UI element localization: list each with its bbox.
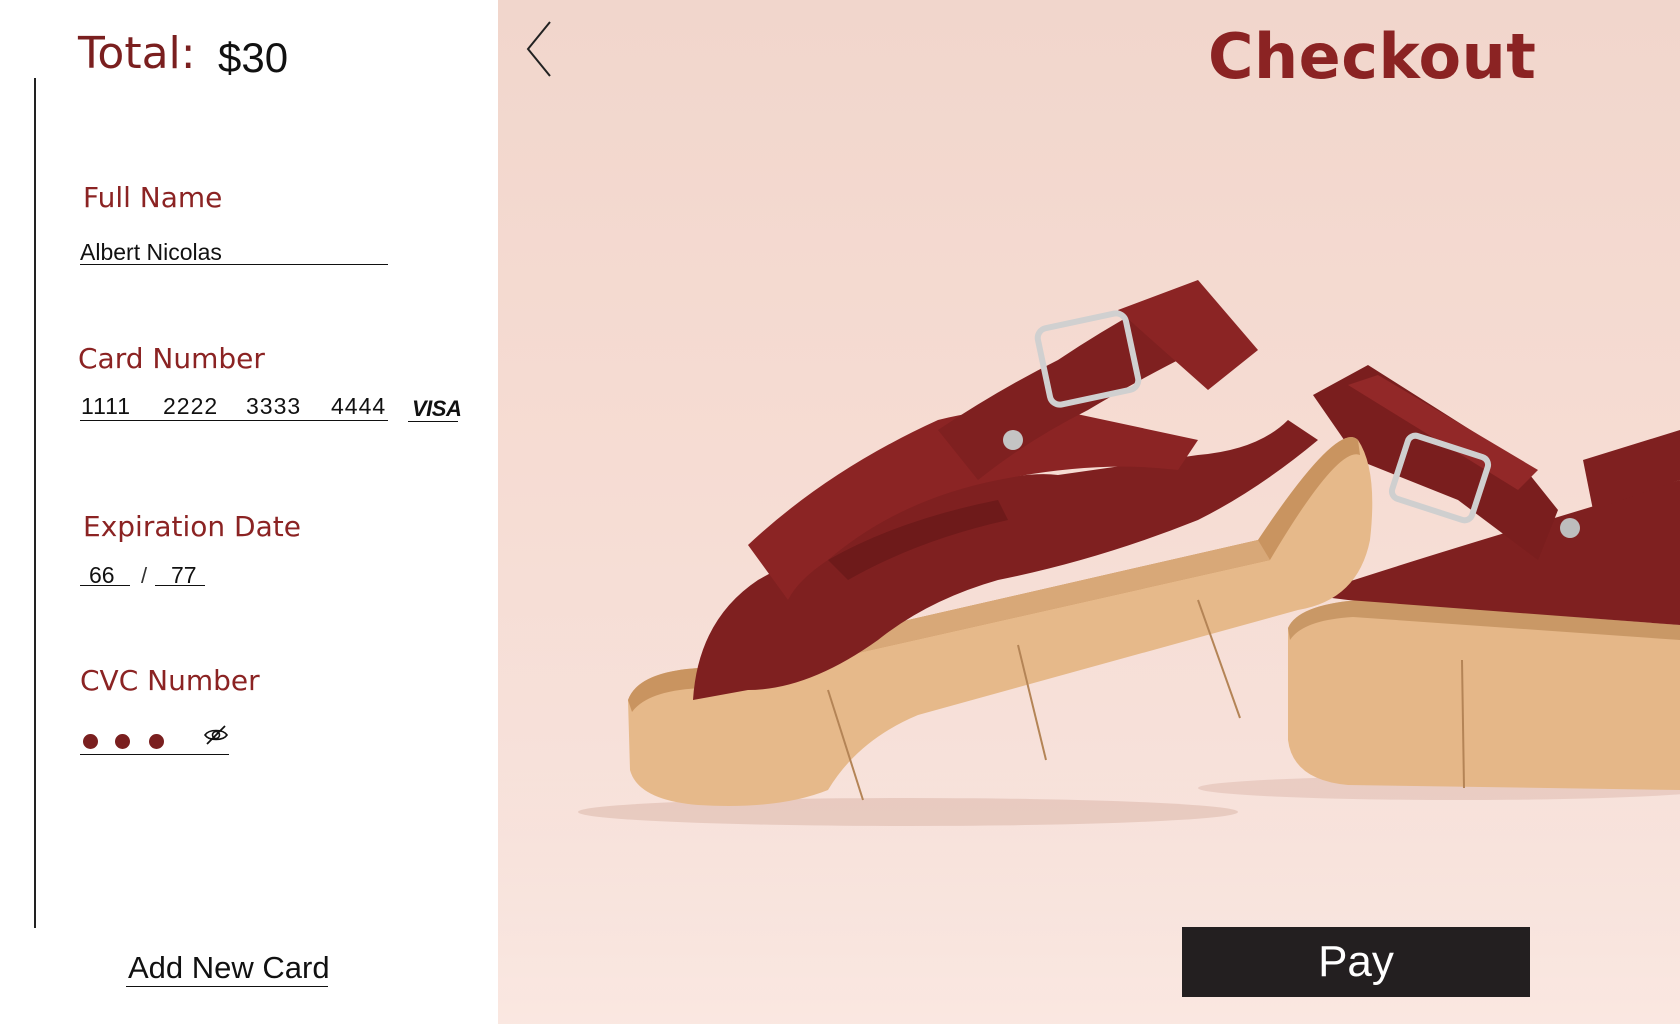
cvc-number-label: CVC Number [80, 664, 260, 697]
add-new-card-button[interactable]: Add New Card [128, 950, 330, 986]
visa-logo: VISA [412, 396, 462, 421]
card-number-segment-4[interactable]: 4444 [331, 393, 386, 420]
add-new-card-underline [126, 986, 328, 987]
total-label: Total: [78, 28, 196, 79]
chevron-left-icon[interactable] [522, 18, 556, 80]
sandals-illustration [578, 280, 1680, 826]
total-amount: $30 [218, 34, 289, 81]
cvc-mask-dot [115, 734, 130, 749]
expiration-separator: / [141, 563, 148, 588]
expiration-month-underline [80, 585, 130, 586]
eye-off-icon[interactable] [203, 724, 229, 746]
cvc-underline [80, 754, 229, 755]
card-number-segment-2[interactable]: 2222 [163, 393, 218, 420]
full-name-label: Full Name [83, 181, 223, 214]
card-number-label: Card Number [78, 342, 265, 375]
divider-line [34, 78, 36, 928]
cvc-mask-dot [83, 734, 98, 749]
pay-button[interactable]: Pay [1182, 927, 1530, 997]
card-number-underline [80, 420, 388, 421]
card-number-segment-1[interactable]: 1111 [81, 393, 131, 420]
payment-form-panel: Total: $30 Full Name Albert Nicolas Card… [0, 0, 498, 1024]
full-name-underline [80, 264, 388, 265]
product-hero-image: Checkout Pay [498, 0, 1680, 1024]
expiration-date-label: Expiration Date [83, 510, 301, 543]
full-name-input[interactable]: Albert Nicolas [80, 239, 222, 266]
expiration-year-underline [155, 585, 205, 586]
cvc-mask-dot [149, 734, 164, 749]
page-title: Checkout [1208, 20, 1537, 93]
card-number-segment-3[interactable]: 3333 [246, 393, 301, 420]
visa-underline [408, 421, 458, 422]
